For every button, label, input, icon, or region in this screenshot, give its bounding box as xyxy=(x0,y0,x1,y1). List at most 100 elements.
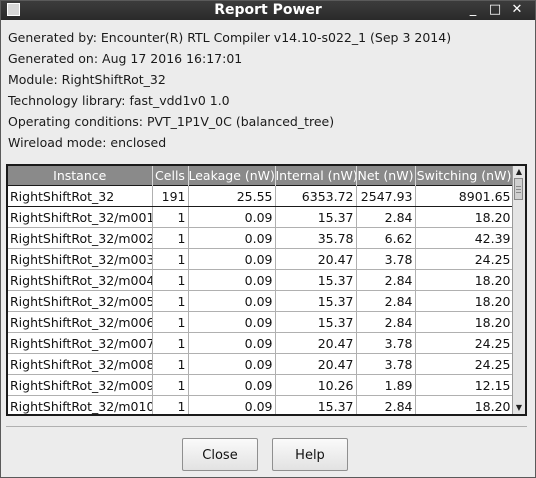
column-header-leakage[interactable]: Leakage (nW) xyxy=(188,166,276,186)
cell-internal: 15.37 xyxy=(275,395,357,414)
table-body: RightShiftRot_32 191 25.55 6353.72 2547.93 89… xyxy=(8,185,514,414)
cell-internal: 35.78 xyxy=(275,227,357,249)
cell-leakage: 0.09 xyxy=(188,248,276,270)
cell-cells: 1 xyxy=(152,269,189,291)
report-power-dialog: Report Power _ □ ✕ Generated by: Encount… xyxy=(0,0,536,478)
cell-cells: 1 xyxy=(152,374,189,396)
cell-leakage: 0.09 xyxy=(188,290,276,312)
cell-internal: 20.47 xyxy=(275,248,357,270)
cell-switching: 18.20 xyxy=(415,290,514,312)
cell-switching: 18.20 xyxy=(415,269,514,291)
column-header-internal[interactable]: Internal (nW) xyxy=(275,166,357,186)
title-bar[interactable]: Report Power _ □ ✕ xyxy=(1,1,535,20)
table-row[interactable]: RightShiftRot_32 191 25.55 6353.72 2547.93 89… xyxy=(8,185,514,207)
column-header-net[interactable]: Net (nW) xyxy=(356,166,416,186)
scrollbar-thumb[interactable] xyxy=(514,178,523,200)
cell-switching: 18.20 xyxy=(415,206,514,228)
table-row[interactable]: RightShiftRot_32/m004 1 0.09 15.37 2.84 18.20 xyxy=(8,269,514,291)
cell-net: 2547.93 xyxy=(356,185,416,207)
table-row[interactable]: RightShiftRot_32/m008 1 0.09 20.47 3.78 24.25 xyxy=(8,353,514,375)
generated-by-line: Generated by: Encounter(R) RTL Compiler … xyxy=(8,30,452,45)
cell-cells: 1 xyxy=(152,290,189,312)
cell-switching: 18.20 xyxy=(415,395,514,414)
cell-leakage: 0.09 xyxy=(188,374,276,396)
cell-leakage: 0.09 xyxy=(188,206,276,228)
minimize-button[interactable]: _ xyxy=(464,1,482,20)
cell-net: 2.84 xyxy=(356,269,416,291)
operating-conditions-line: Operating conditions: PVT_1P1V_0C (balan… xyxy=(8,114,335,129)
cell-cells: 1 xyxy=(152,248,189,270)
cell-cells: 1 xyxy=(152,206,189,228)
cell-internal: 15.37 xyxy=(275,311,357,333)
cell-internal: 6353.72 xyxy=(275,185,357,207)
table-row[interactable]: RightShiftRot_32/m003 1 0.09 20.47 3.78 24.25 xyxy=(8,248,514,270)
cell-leakage: 25.55 xyxy=(188,185,276,207)
scroll-down-arrow-icon[interactable]: ▼ xyxy=(513,402,525,414)
help-button[interactable]: Help xyxy=(272,438,348,471)
cell-switching: 24.25 xyxy=(415,248,514,270)
close-button[interactable]: Close xyxy=(182,438,258,471)
cell-leakage: 0.09 xyxy=(188,311,276,333)
cell-net: 3.78 xyxy=(356,353,416,375)
table-row[interactable]: RightShiftRot_32/m001 1 0.09 15.37 2.84 18.20 xyxy=(8,206,514,228)
cell-leakage: 0.09 xyxy=(188,353,276,375)
cell-instance: RightShiftRot_32 xyxy=(8,185,153,207)
cell-switching: 12.15 xyxy=(415,374,514,396)
cell-instance: RightShiftRot_32/m009 xyxy=(8,374,153,396)
maximize-button[interactable]: □ xyxy=(486,1,504,20)
vertical-scrollbar[interactable]: ▲ ▼ xyxy=(512,166,525,414)
cell-cells: 1 xyxy=(152,332,189,354)
cell-cells: 1 xyxy=(152,353,189,375)
cell-internal: 15.37 xyxy=(275,206,357,228)
cell-net: 6.62 xyxy=(356,227,416,249)
cell-cells: 1 xyxy=(152,311,189,333)
cell-instance: RightShiftRot_32/m001 xyxy=(8,206,153,228)
column-header-instance[interactable]: Instance xyxy=(8,166,153,186)
cell-net: 3.78 xyxy=(356,248,416,270)
cell-net: 2.84 xyxy=(356,206,416,228)
window-title: Report Power xyxy=(214,2,322,18)
cell-switching: 42.39 xyxy=(415,227,514,249)
power-table-frame: Instance Cells Leakage (nW) Internal (nW… xyxy=(6,164,527,416)
cell-internal: 15.37 xyxy=(275,269,357,291)
cell-cells: 1 xyxy=(152,227,189,249)
cell-internal: 10.26 xyxy=(275,374,357,396)
cell-switching: 18.20 xyxy=(415,311,514,333)
table-row[interactable]: RightShiftRot_32/m010 1 0.09 15.37 2.84 18.20 xyxy=(8,395,514,414)
column-header-cells[interactable]: Cells xyxy=(152,166,189,186)
cell-instance: RightShiftRot_32/m005 xyxy=(8,290,153,312)
cell-switching: 24.25 xyxy=(415,353,514,375)
cell-cells: 191 xyxy=(152,185,189,207)
cell-instance: RightShiftRot_32/m008 xyxy=(8,353,153,375)
table-row[interactable]: RightShiftRot_32/m006 1 0.09 15.37 2.84 18.20 xyxy=(8,311,514,333)
wireload-mode-line: Wireload mode: enclosed xyxy=(8,135,167,150)
cell-leakage: 0.09 xyxy=(188,227,276,249)
scroll-up-arrow-icon[interactable]: ▲ xyxy=(513,166,525,178)
cell-instance: RightShiftRot_32/m003 xyxy=(8,248,153,270)
table-row[interactable]: RightShiftRot_32/m007 1 0.09 20.47 3.78 24.25 xyxy=(8,332,514,354)
technology-library-line: Technology library: fast_vdd1v0 1.0 xyxy=(8,93,230,108)
cell-switching: 24.25 xyxy=(415,332,514,354)
cell-leakage: 0.09 xyxy=(188,395,276,414)
cell-net: 2.84 xyxy=(356,290,416,312)
cell-leakage: 0.09 xyxy=(188,269,276,291)
cell-net: 3.78 xyxy=(356,332,416,354)
table-row[interactable]: RightShiftRot_32/m005 1 0.09 15.37 2.84 18.20 xyxy=(8,290,514,312)
column-header-switching[interactable]: Switching (nW) xyxy=(415,166,514,186)
table-header-row: Instance Cells Leakage (nW) Internal (nW… xyxy=(8,166,514,186)
cell-switching: 8901.65 xyxy=(415,185,514,207)
table-row[interactable]: RightShiftRot_32/m002 1 0.09 35.78 6.62 42.39 xyxy=(8,227,514,249)
generated-on-line: Generated on: Aug 17 2016 16:17:01 xyxy=(8,51,243,66)
close-window-button[interactable]: ✕ xyxy=(508,1,526,20)
module-line: Module: RightShiftRot_32 xyxy=(8,72,166,87)
cell-net: 2.84 xyxy=(356,395,416,414)
cell-instance: RightShiftRot_32/m007 xyxy=(8,332,153,354)
power-table[interactable]: Instance Cells Leakage (nW) Internal (nW… xyxy=(8,166,514,414)
cell-net: 2.84 xyxy=(356,311,416,333)
divider xyxy=(6,426,527,427)
cell-instance: RightShiftRot_32/m004 xyxy=(8,269,153,291)
cell-internal: 20.47 xyxy=(275,353,357,375)
cell-leakage: 0.09 xyxy=(188,332,276,354)
cell-instance: RightShiftRot_32/m006 xyxy=(8,311,153,333)
table-row[interactable]: RightShiftRot_32/m009 1 0.09 10.26 1.89 12.15 xyxy=(8,374,514,396)
